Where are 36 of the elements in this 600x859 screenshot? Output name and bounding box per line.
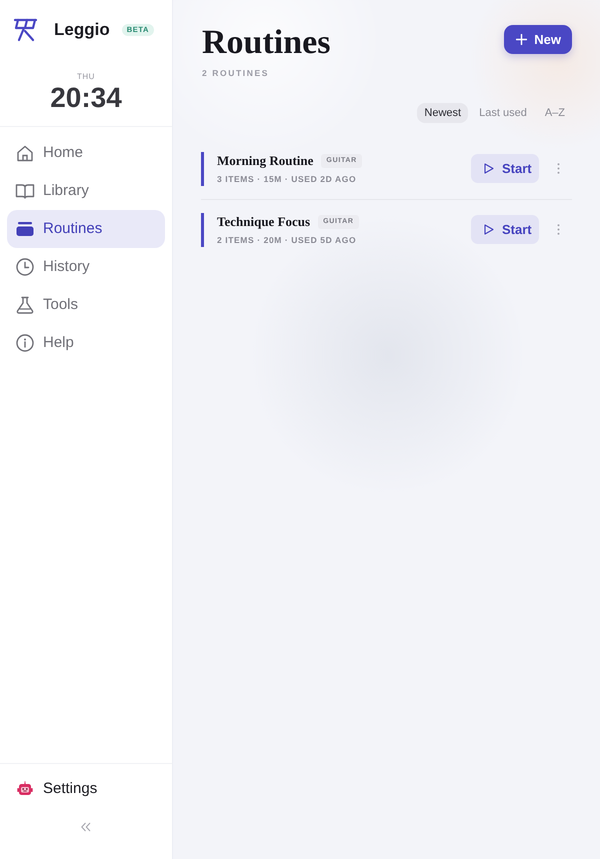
robot-icon [17, 781, 33, 797]
brand-name: Leggio [54, 19, 110, 41]
routine-name: Technique Focus [217, 214, 310, 230]
kebab-menu-icon [557, 163, 560, 174]
sidebar-nav-item[interactable]: Routines [7, 210, 165, 248]
double-chevron-left-icon [81, 822, 91, 832]
sidebar-nav-item[interactable]: Help [7, 324, 165, 362]
clock-time: 20:34 [49, 82, 123, 114]
stack-icon [15, 219, 35, 239]
sort-tab[interactable]: A–Z [538, 102, 572, 123]
info-icon [15, 333, 35, 353]
home-icon [15, 143, 35, 163]
kebab-menu-icon [557, 224, 560, 236]
start-button[interactable]: Start [471, 215, 539, 244]
settings-button[interactable]: Settings [7, 770, 165, 808]
clock-icon [15, 257, 35, 277]
start-button[interactable]: Start [471, 154, 539, 184]
routine-name: Morning Routine [217, 152, 314, 169]
logo-icon [13, 17, 38, 42]
routine-count: 2 ROUTINES [201, 67, 270, 80]
sidebar-nav-item[interactable]: Library [7, 172, 165, 210]
collapse-sidebar-button[interactable] [81, 822, 91, 832]
sort-tab[interactable]: Last used [472, 102, 534, 123]
page-title: Routines [201, 24, 330, 61]
sidebar-nav-item[interactable]: History [7, 248, 165, 286]
sidebar-nav-item[interactable]: Home [7, 134, 165, 172]
play-icon [484, 163, 494, 174]
plus-icon [516, 34, 528, 45]
play-icon [484, 224, 494, 236]
flask-icon [15, 295, 35, 315]
sidebar-nav-item[interactable]: Tools [7, 286, 165, 324]
new-routine-button[interactable]: New [504, 25, 572, 54]
weekday-label: THU [76, 72, 96, 82]
routine-meta: 2 ITEMS · 20M · USED 5D AGO [217, 234, 358, 246]
routine-meta: 3 ITEMS · 15M · USED 2D AGO [217, 174, 358, 185]
sort-tab[interactable]: Newest [417, 102, 468, 123]
